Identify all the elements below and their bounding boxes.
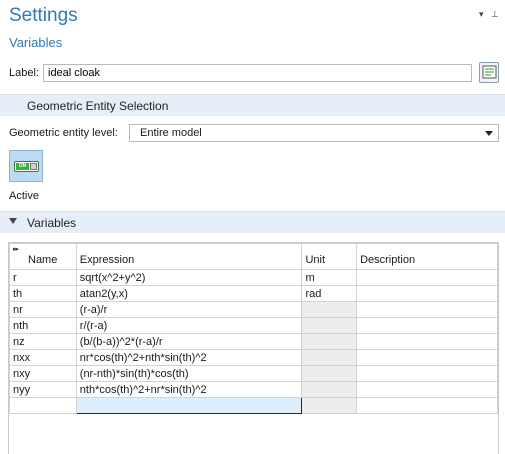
geometric-entity-level-label: Geometric entity level: bbox=[9, 127, 118, 139]
cell-unit bbox=[301, 333, 358, 350]
cell-unit bbox=[301, 349, 358, 366]
cell-name[interactable]: r bbox=[9, 269, 77, 286]
chevron-down-icon bbox=[485, 131, 493, 136]
table-row-new[interactable] bbox=[9, 397, 498, 414]
collapse-arrow-icon[interactable] bbox=[9, 218, 17, 224]
cell-description[interactable] bbox=[356, 397, 498, 414]
cell-expression[interactable]: (nr-nth)*sin(th)*cos(th) bbox=[75, 365, 303, 382]
cell-expression[interactable]: atan2(y,x) bbox=[75, 285, 303, 302]
cell-name[interactable]: nz bbox=[9, 333, 77, 350]
cell-name[interactable]: nxx bbox=[9, 349, 77, 366]
cell-expression[interactable]: sqrt(x^2+y^2) bbox=[75, 269, 303, 286]
section-variables[interactable]: Variables bbox=[0, 211, 505, 233]
cell-expression[interactable]: nr*cos(th)^2+nth*sin(th)^2 bbox=[75, 349, 303, 366]
table-row[interactable]: nxx nr*cos(th)^2+nth*sin(th)^2 bbox=[9, 349, 498, 366]
cell-description[interactable] bbox=[356, 285, 498, 302]
cell-unit: rad bbox=[301, 285, 358, 302]
fast-forward-icon[interactable]: ▸▸ bbox=[13, 245, 19, 253]
label-input[interactable] bbox=[43, 64, 472, 82]
cell-name[interactable]: nr bbox=[9, 301, 77, 318]
cell-unit: m bbox=[301, 269, 358, 286]
active-toggle-button[interactable]: ON bbox=[9, 150, 43, 182]
geometric-entity-level-select[interactable]: Entire model bbox=[129, 124, 499, 142]
toggle-switch-icon: ON bbox=[14, 161, 39, 172]
cell-unit bbox=[301, 397, 358, 414]
cell-description[interactable] bbox=[356, 317, 498, 334]
label-caption: Label: bbox=[9, 67, 39, 79]
column-header-label: Name bbox=[28, 254, 58, 266]
column-header-expression[interactable]: Expression bbox=[75, 243, 303, 270]
cell-description[interactable] bbox=[356, 269, 498, 286]
edit-label-button[interactable] bbox=[479, 62, 499, 83]
section-geometric-entity-selection[interactable]: Geometric Entity Selection bbox=[0, 94, 505, 116]
cell-description[interactable] bbox=[356, 381, 498, 398]
table-row[interactable]: th atan2(y,x) rad bbox=[9, 285, 498, 302]
table-row[interactable]: nyy nth*cos(th)^2+nr*sin(th)^2 bbox=[9, 381, 498, 398]
panel-menu-icon[interactable]: ▾ bbox=[479, 9, 484, 20]
table-row[interactable]: nxy (nr-nth)*sin(th)*cos(th) bbox=[9, 365, 498, 382]
panel-subtitle: Variables bbox=[9, 35, 63, 50]
cell-name[interactable] bbox=[9, 397, 77, 414]
cell-unit bbox=[301, 381, 358, 398]
table-row[interactable]: r sqrt(x^2+y^2) m bbox=[9, 269, 498, 286]
column-header-unit[interactable]: Unit bbox=[301, 243, 358, 270]
cell-description[interactable] bbox=[356, 301, 498, 318]
cell-name[interactable]: nxy bbox=[9, 365, 77, 382]
table-row[interactable]: nth r/(r-a) bbox=[9, 317, 498, 334]
pin-icon[interactable]: ⊥ bbox=[491, 9, 499, 20]
edit-label-icon bbox=[482, 65, 497, 79]
active-label: Active bbox=[9, 190, 39, 202]
cell-expression[interactable]: nth*cos(th)^2+nr*sin(th)^2 bbox=[75, 381, 303, 398]
toggle-on-text: ON bbox=[16, 163, 29, 170]
section-title: Variables bbox=[27, 216, 77, 230]
variables-table: ▸▸ Name Expression Unit Description r sq… bbox=[8, 242, 499, 454]
section-title: Geometric Entity Selection bbox=[27, 99, 169, 113]
select-value: Entire model bbox=[140, 127, 202, 139]
cell-expression[interactable]: (r-a)/r bbox=[75, 301, 303, 318]
toggle-knob bbox=[30, 163, 37, 170]
table-row[interactable]: nz (b/(b-a))^2*(r-a)/r bbox=[9, 333, 498, 350]
cell-description[interactable] bbox=[356, 333, 498, 350]
cell-description[interactable] bbox=[356, 349, 498, 366]
table-header-row: ▸▸ Name Expression Unit Description bbox=[9, 243, 498, 270]
cell-name[interactable]: nth bbox=[9, 317, 77, 334]
table-row[interactable]: nr (r-a)/r bbox=[9, 301, 498, 318]
column-header-name[interactable]: ▸▸ Name bbox=[9, 243, 77, 270]
cell-expression[interactable]: (b/(b-a))^2*(r-a)/r bbox=[75, 333, 303, 350]
column-header-description[interactable]: Description bbox=[356, 243, 498, 270]
cell-description[interactable] bbox=[356, 365, 498, 382]
cell-unit bbox=[301, 317, 358, 334]
cell-expression-editor[interactable] bbox=[75, 397, 303, 414]
cell-name[interactable]: nyy bbox=[9, 381, 77, 398]
cell-unit bbox=[301, 365, 358, 382]
variables-grid: ▸▸ Name Expression Unit Description r sq… bbox=[9, 243, 498, 414]
cell-expression[interactable]: r/(r-a) bbox=[75, 317, 303, 334]
cell-name[interactable]: th bbox=[9, 285, 77, 302]
panel-title: Settings bbox=[9, 5, 78, 26]
cell-unit bbox=[301, 301, 358, 318]
